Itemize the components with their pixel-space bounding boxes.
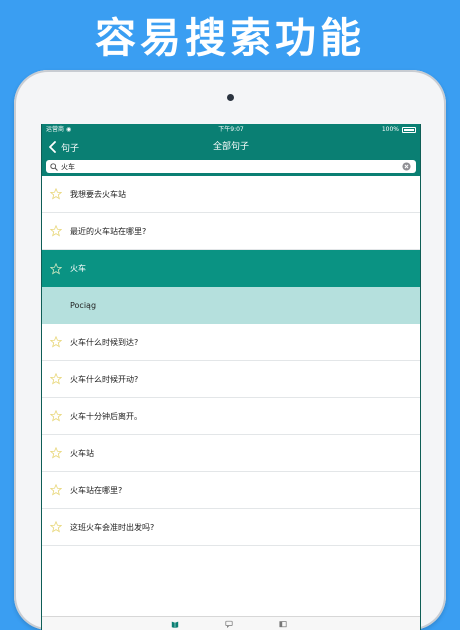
list-item[interactable]: 我想要去火车站	[42, 176, 420, 213]
list-item-text: 火车站在哪里?	[70, 485, 123, 495]
battery-percent: 100%	[381, 126, 399, 133]
star-icon[interactable]	[50, 484, 62, 496]
translation-row[interactable]: Pociąg	[42, 287, 420, 324]
book-icon[interactable]	[171, 620, 179, 628]
status-bar: 运营商 ◉ 下午9:07 100%	[42, 124, 420, 136]
list-item-text: 我想要去火车站	[70, 189, 126, 199]
star-icon[interactable]	[50, 336, 62, 348]
page-title: 全部句子	[212, 142, 249, 152]
list-item[interactable]: 这班火车会准时出发吗?	[42, 509, 420, 546]
list-item[interactable]: 火车什么时候开动?	[42, 361, 420, 398]
list-item-text: 这班火车会准时出发吗?	[70, 522, 155, 532]
search-bar	[42, 158, 420, 176]
status-time: 下午9:07	[218, 126, 244, 133]
list-item-text: 最近的火车站在哪里?	[70, 226, 147, 236]
list-item[interactable]: 火车站	[42, 435, 420, 472]
star-icon[interactable]	[50, 447, 62, 459]
star-icon[interactable]	[50, 188, 62, 200]
headline: 容易搜索功能	[95, 14, 365, 62]
list-item[interactable]: 最近的火车站在哪里?	[42, 213, 420, 250]
star-icon[interactable]	[50, 225, 62, 237]
list-item[interactable]: 火车什么时候到达?	[42, 324, 420, 361]
sentence-list: 我想要去火车站最近的火车站在哪里? 火车 Pociąg 火车什么时候到达? 火车什么时候…	[42, 176, 420, 546]
list-item-text: Pociąg	[70, 301, 97, 310]
clear-search-icon[interactable]	[402, 162, 411, 171]
search-icon	[50, 162, 58, 171]
star-icon[interactable]	[50, 410, 62, 422]
search-input[interactable]	[61, 160, 401, 173]
list-item[interactable]: 火车十分钟后离开。	[42, 398, 420, 435]
list-item-text: 火车	[70, 264, 86, 273]
list-item-text: 火车什么时候开动?	[70, 374, 139, 384]
ipad-frame: 运营商 ◉ 下午9:07 100% 句子 全部句子 火车 我想要去火车站 最近的…	[14, 70, 446, 630]
navigation-bar: 句子 全部句子	[42, 136, 420, 158]
star-icon[interactable]	[50, 262, 62, 275]
star-icon[interactable]	[50, 521, 62, 533]
search-field[interactable]	[46, 160, 416, 173]
battery-group: 100%	[382, 124, 416, 136]
chat-icon[interactable]	[225, 620, 233, 628]
cards-icon[interactable]	[279, 620, 287, 628]
list-item-text: 火车站	[70, 448, 94, 458]
list-item[interactable]: 火车	[42, 250, 420, 287]
star-icon[interactable]	[50, 373, 62, 385]
list-item-text: 火车什么时候到达?	[70, 337, 139, 347]
battery-icon	[402, 127, 416, 133]
app-screen: 运营商 ◉ 下午9:07 100% 句子 全部句子 火车 我想要去火车站 最近的…	[41, 124, 421, 630]
list-item-text: 火车十分钟后离开。	[70, 411, 142, 421]
list-item[interactable]: 火车站在哪里?	[42, 472, 420, 509]
tab-bar	[42, 616, 420, 630]
camera	[227, 94, 234, 101]
